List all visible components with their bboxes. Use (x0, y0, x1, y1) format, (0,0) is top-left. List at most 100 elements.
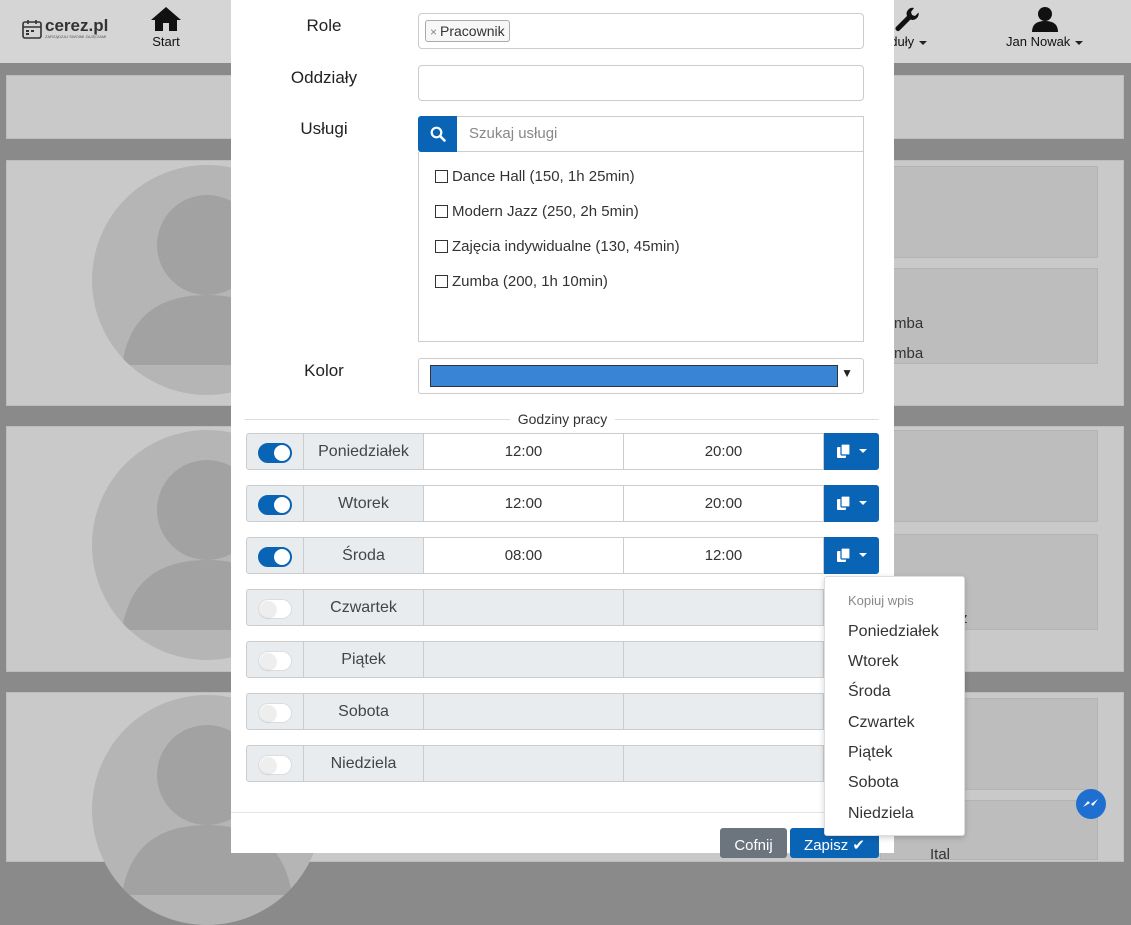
day-toggle[interactable] (258, 547, 292, 567)
checkbox[interactable] (435, 205, 448, 218)
copy-menu-item[interactable]: Środa (848, 683, 891, 701)
toggle-knob (274, 497, 290, 513)
bg-box-3 (880, 430, 1098, 522)
branches-label: Oddziały (290, 68, 358, 87)
toggle-knob (260, 601, 276, 617)
service-label: Modern Jazz (250, 2h 5min) (452, 203, 639, 220)
time-from-input[interactable] (424, 745, 624, 782)
time-to-input[interactable]: 12:00 (624, 537, 824, 574)
copy-icon (837, 547, 851, 562)
calendar-icon (22, 19, 42, 39)
toggle-cell (246, 641, 304, 678)
messenger-chat-button[interactable] (1076, 789, 1106, 819)
toggle-cell (246, 745, 304, 782)
role-chip-label: Pracownik (440, 23, 505, 39)
copy-menu-item[interactable]: Niedziela (848, 805, 914, 823)
service-label: Zumba (200, 1h 10min) (452, 273, 608, 290)
bg-text: mba (894, 315, 924, 332)
time-to-input[interactable] (624, 693, 824, 730)
service-item[interactable]: Modern Jazz (250, 2h 5min) (435, 203, 639, 220)
modal-footer-divider (231, 812, 894, 813)
day-toggle[interactable] (258, 703, 292, 723)
time-from-input[interactable] (424, 589, 624, 626)
day-toggle[interactable] (258, 495, 292, 515)
time-to-input[interactable]: 20:00 (624, 433, 824, 470)
toggle-knob (260, 653, 276, 669)
time-to-input[interactable]: 20:00 (624, 485, 824, 522)
logo-text: cerez.pl (45, 16, 109, 35)
copy-menu-item[interactable]: Czwartek (848, 714, 915, 732)
time-from-input[interactable]: 12:00 (424, 485, 624, 522)
service-item[interactable]: Zajęcia indywidualne (130, 45min) (435, 238, 680, 255)
service-label: Dance Hall (150, 1h 25min) (452, 168, 635, 185)
time-from-input[interactable] (424, 641, 624, 678)
day-row-sunday: Niedziela (246, 745, 879, 782)
day-row-wednesday: Środa 08:00 12:00 (246, 537, 879, 574)
checkbox[interactable] (435, 240, 448, 253)
day-toggle[interactable] (258, 755, 292, 775)
back-button[interactable]: Cofnij (720, 828, 787, 858)
day-row-saturday: Sobota (246, 693, 879, 730)
logo-tagline: ZARZĄDZAJ SWOIMI ZAJĘCIAMI (45, 34, 107, 39)
time-from-input[interactable] (424, 693, 624, 730)
toggle-cell (246, 537, 304, 574)
user-icon (1031, 7, 1058, 32)
copy-dropdown-button[interactable] (824, 485, 879, 522)
copy-menu-item[interactable]: Piątek (848, 744, 892, 762)
copy-menu-item[interactable]: Wtorek (848, 653, 899, 671)
checkbox[interactable] (435, 275, 448, 288)
day-label: Piątek (304, 641, 424, 678)
copy-icon (837, 495, 851, 510)
time-to-input[interactable] (624, 589, 824, 626)
checkbox[interactable] (435, 170, 448, 183)
color-label: Kolor (304, 361, 344, 380)
dropdown-arrow-icon: ▼ (841, 366, 853, 380)
search-icon (430, 126, 446, 142)
hours-title-text: Godziny pracy (509, 411, 616, 427)
day-toggle[interactable] (258, 443, 292, 463)
color-swatch (430, 365, 838, 387)
chip-remove-icon[interactable]: × (430, 25, 437, 39)
time-to-input[interactable] (624, 745, 824, 782)
app-logo[interactable]: cerez.pl ZARZĄDZAJ SWOIMI ZAJĘCIAMI (22, 16, 109, 39)
day-label: Czwartek (304, 589, 424, 626)
day-toggle[interactable] (258, 651, 292, 671)
employee-edit-modal: Role × Pracownik Oddziały Usługi Szukaj u… (231, 0, 894, 858)
nav-user-menu[interactable]: Jan Nowak (1006, 6, 1084, 49)
caret-down-icon (859, 553, 867, 557)
day-row-tuesday: Wtorek 12:00 20:00 (246, 485, 879, 522)
day-label: Poniedziałek (304, 433, 424, 470)
day-label: Wtorek (304, 485, 424, 522)
branches-select[interactable] (418, 65, 864, 101)
copy-menu-item[interactable]: Sobota (848, 774, 899, 792)
caret-down-icon (859, 449, 867, 453)
service-label: Zajęcia indywidualne (130, 45min) (452, 238, 680, 255)
role-select[interactable]: × Pracownik (418, 13, 864, 49)
copy-menu-item[interactable]: Poniedziałek (848, 623, 939, 641)
copy-dropdown-button[interactable] (824, 537, 879, 574)
copy-dropdown-button[interactable] (824, 433, 879, 470)
service-item[interactable]: Dance Hall (150, 1h 25min) (435, 168, 635, 185)
home-icon (151, 7, 181, 31)
toggle-cell (246, 693, 304, 730)
time-from-input[interactable]: 08:00 (424, 537, 624, 574)
role-chip: × Pracownik (425, 20, 510, 42)
time-from-input[interactable]: 12:00 (424, 433, 624, 470)
color-select[interactable]: ▼ (418, 358, 864, 394)
services-search-input[interactable]: Szukaj usługi (457, 116, 864, 152)
day-toggle[interactable] (258, 599, 292, 619)
hours-title: Godziny pracy (231, 411, 894, 427)
toggle-knob (274, 445, 290, 461)
day-row-friday: Piątek (246, 641, 879, 678)
day-label: Niedziela (304, 745, 424, 782)
caret-down-icon (1075, 40, 1084, 45)
toggle-knob (274, 549, 290, 565)
time-to-input[interactable] (624, 641, 824, 678)
service-item[interactable]: Zumba (200, 1h 10min) (435, 273, 608, 290)
nav-user-label: Jan Nowak (1006, 34, 1071, 49)
toggle-knob (260, 757, 276, 773)
copy-entry-menu: Kopiuj wpis Poniedziałek Wtorek Środa Cz… (824, 576, 965, 836)
nav-start[interactable]: Start (150, 6, 182, 49)
copy-menu-header: Kopiuj wpis (848, 593, 914, 608)
services-search-button[interactable] (418, 116, 457, 152)
